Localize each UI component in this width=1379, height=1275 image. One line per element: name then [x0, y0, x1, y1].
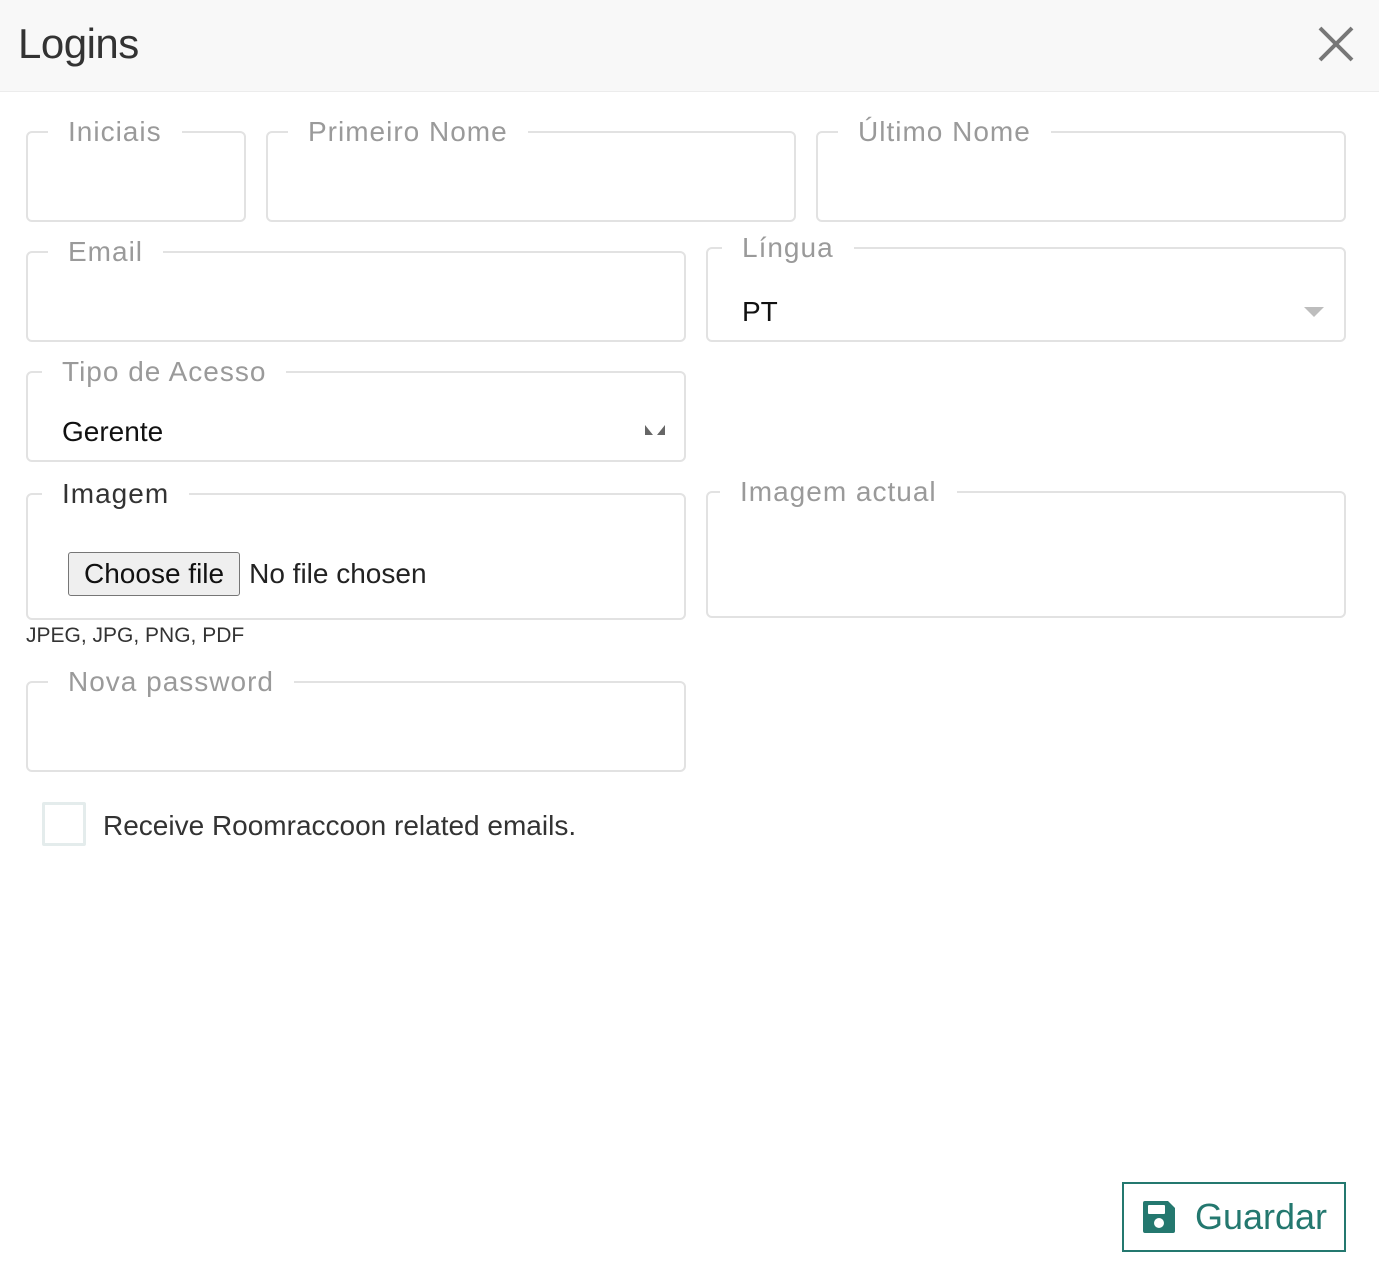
email-label: Email: [68, 236, 144, 267]
close-icon: [1318, 26, 1354, 62]
imagem-actual-field: Imagem actual: [706, 478, 1346, 618]
primeiro-nome-field: Primeiro Nome: [266, 118, 796, 222]
newsletter-checkbox[interactable]: [42, 802, 86, 846]
nova-password-label: Nova password: [68, 666, 274, 697]
close-button[interactable]: [1310, 18, 1362, 70]
email-field: Email: [26, 238, 686, 342]
lingua-label: Língua: [742, 232, 834, 263]
tipo-acesso-selected-value: Gerente: [62, 416, 164, 447]
tipo-acesso-select[interactable]: Tipo de Acesso Gerente: [26, 358, 686, 462]
modal-title: Logins: [18, 20, 139, 67]
nova-password-field: Nova password: [26, 668, 686, 772]
modal-header: Logins: [0, 0, 1379, 92]
primeiro-nome-label: Primeiro Nome: [308, 116, 508, 147]
primeiro-nome-input[interactable]: [268, 164, 794, 220]
imagem-actual-label: Imagem actual: [740, 476, 937, 507]
file-input: Choose file No file chosen: [68, 552, 427, 596]
chevron-down-icon: [1304, 307, 1324, 317]
select-arrows-icon: [645, 425, 665, 435]
lingua-selected-value: PT: [742, 296, 778, 327]
file-types-hint: JPEG, JPG, PNG, PDF: [26, 624, 245, 647]
save-button[interactable]: Guardar: [1122, 1182, 1346, 1252]
ultimo-nome-label: Último Nome: [858, 116, 1031, 147]
iniciais-input[interactable]: [28, 164, 244, 220]
ultimo-nome-field: Último Nome: [816, 118, 1346, 222]
file-status: No file chosen: [249, 558, 427, 589]
ultimo-nome-input[interactable]: [818, 164, 1344, 220]
lingua-select[interactable]: Língua PT: [706, 234, 1346, 342]
save-icon: [1142, 1201, 1175, 1233]
iniciais-field: Iniciais: [26, 118, 246, 222]
save-label: Guardar: [1194, 1196, 1328, 1237]
choose-file-button[interactable]: Choose file: [68, 552, 241, 596]
imagem-label: Imagem: [62, 478, 170, 509]
newsletter-label: Receive Roomraccoon related emails.: [103, 810, 577, 841]
nova-password-input[interactable]: [28, 714, 684, 770]
imagem-field: Imagem Choose file No file chosen: [26, 480, 686, 620]
email-input[interactable]: [28, 284, 684, 340]
iniciais-label: Iniciais: [68, 116, 162, 147]
tipo-acesso-label: Tipo de Acesso: [62, 356, 267, 387]
